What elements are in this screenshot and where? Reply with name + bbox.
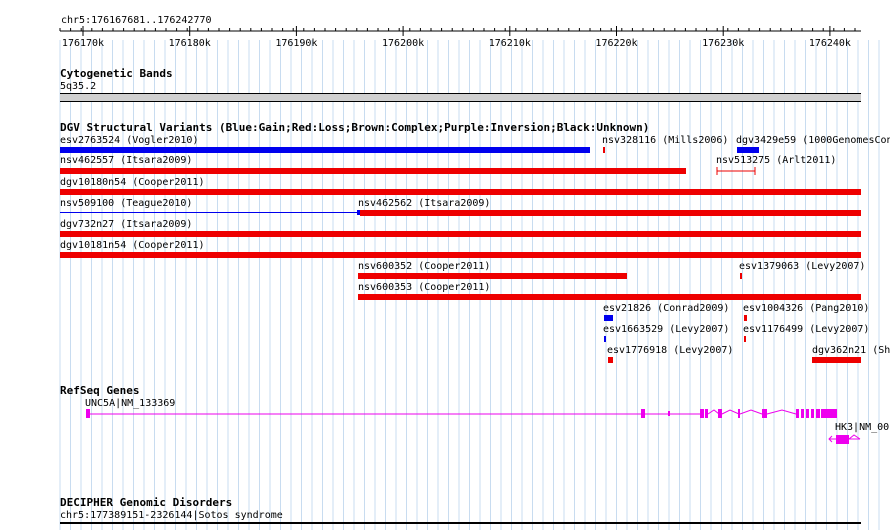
gene-model-hk3[interactable] bbox=[0, 0, 890, 530]
decipher-bar[interactable] bbox=[60, 522, 861, 524]
decipher-entry-label[interactable]: chr5:177389151-2326144|Sotos syndrome bbox=[60, 510, 283, 521]
decipher-track-title: DECIPHER Genomic Disorders bbox=[60, 496, 233, 509]
